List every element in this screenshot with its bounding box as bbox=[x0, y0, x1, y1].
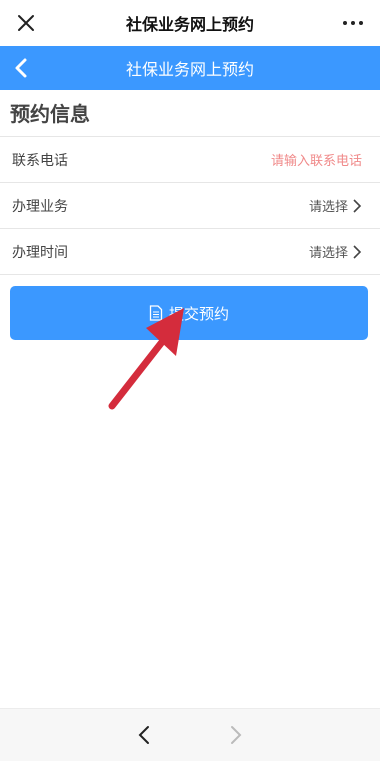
more-dots-icon[interactable] bbox=[338, 12, 368, 34]
time-row[interactable]: 办理时间 请选择 bbox=[0, 229, 380, 275]
phone-row[interactable]: 联系电话 请输入联系电话 bbox=[0, 137, 380, 183]
appointment-form: 联系电话 请输入联系电话 办理业务 请选择 办理时间 请选择 bbox=[0, 136, 380, 275]
time-select-value: 请选择 bbox=[308, 246, 348, 261]
chevron-right-icon[interactable] bbox=[224, 723, 246, 747]
phone-input[interactable]: 请输入联系电话 bbox=[271, 150, 362, 169]
chevron-left-icon[interactable] bbox=[134, 723, 156, 747]
time-select[interactable]: 请选择 bbox=[309, 242, 362, 261]
service-select-value: 请选择 bbox=[308, 200, 348, 215]
submit-label: 提交预约 bbox=[168, 304, 229, 323]
window-title: 社保业务网上预约 bbox=[125, 15, 254, 34]
page-title: 社保业务网上预约 bbox=[125, 60, 254, 79]
close-icon[interactable] bbox=[14, 11, 38, 35]
service-row[interactable]: 办理业务 请选择 bbox=[0, 183, 380, 229]
bottom-nav-bar bbox=[0, 708, 380, 761]
wechat-top-bar: 社保业务网上预约 bbox=[0, 0, 380, 46]
submit-appointment-button[interactable]: 提交预约 bbox=[10, 286, 368, 340]
chevron-right-icon bbox=[353, 244, 362, 259]
service-select[interactable]: 请选择 bbox=[309, 196, 362, 215]
phone-label: 联系电话 bbox=[12, 152, 68, 169]
section-title: 预约信息 bbox=[10, 102, 90, 126]
time-label: 办理时间 bbox=[12, 244, 68, 261]
document-icon bbox=[149, 305, 163, 321]
back-chevron-icon[interactable] bbox=[8, 54, 36, 82]
service-label: 办理业务 bbox=[12, 198, 68, 215]
chevron-right-icon bbox=[353, 198, 362, 213]
page-header: 社保业务网上预约 bbox=[0, 46, 380, 90]
